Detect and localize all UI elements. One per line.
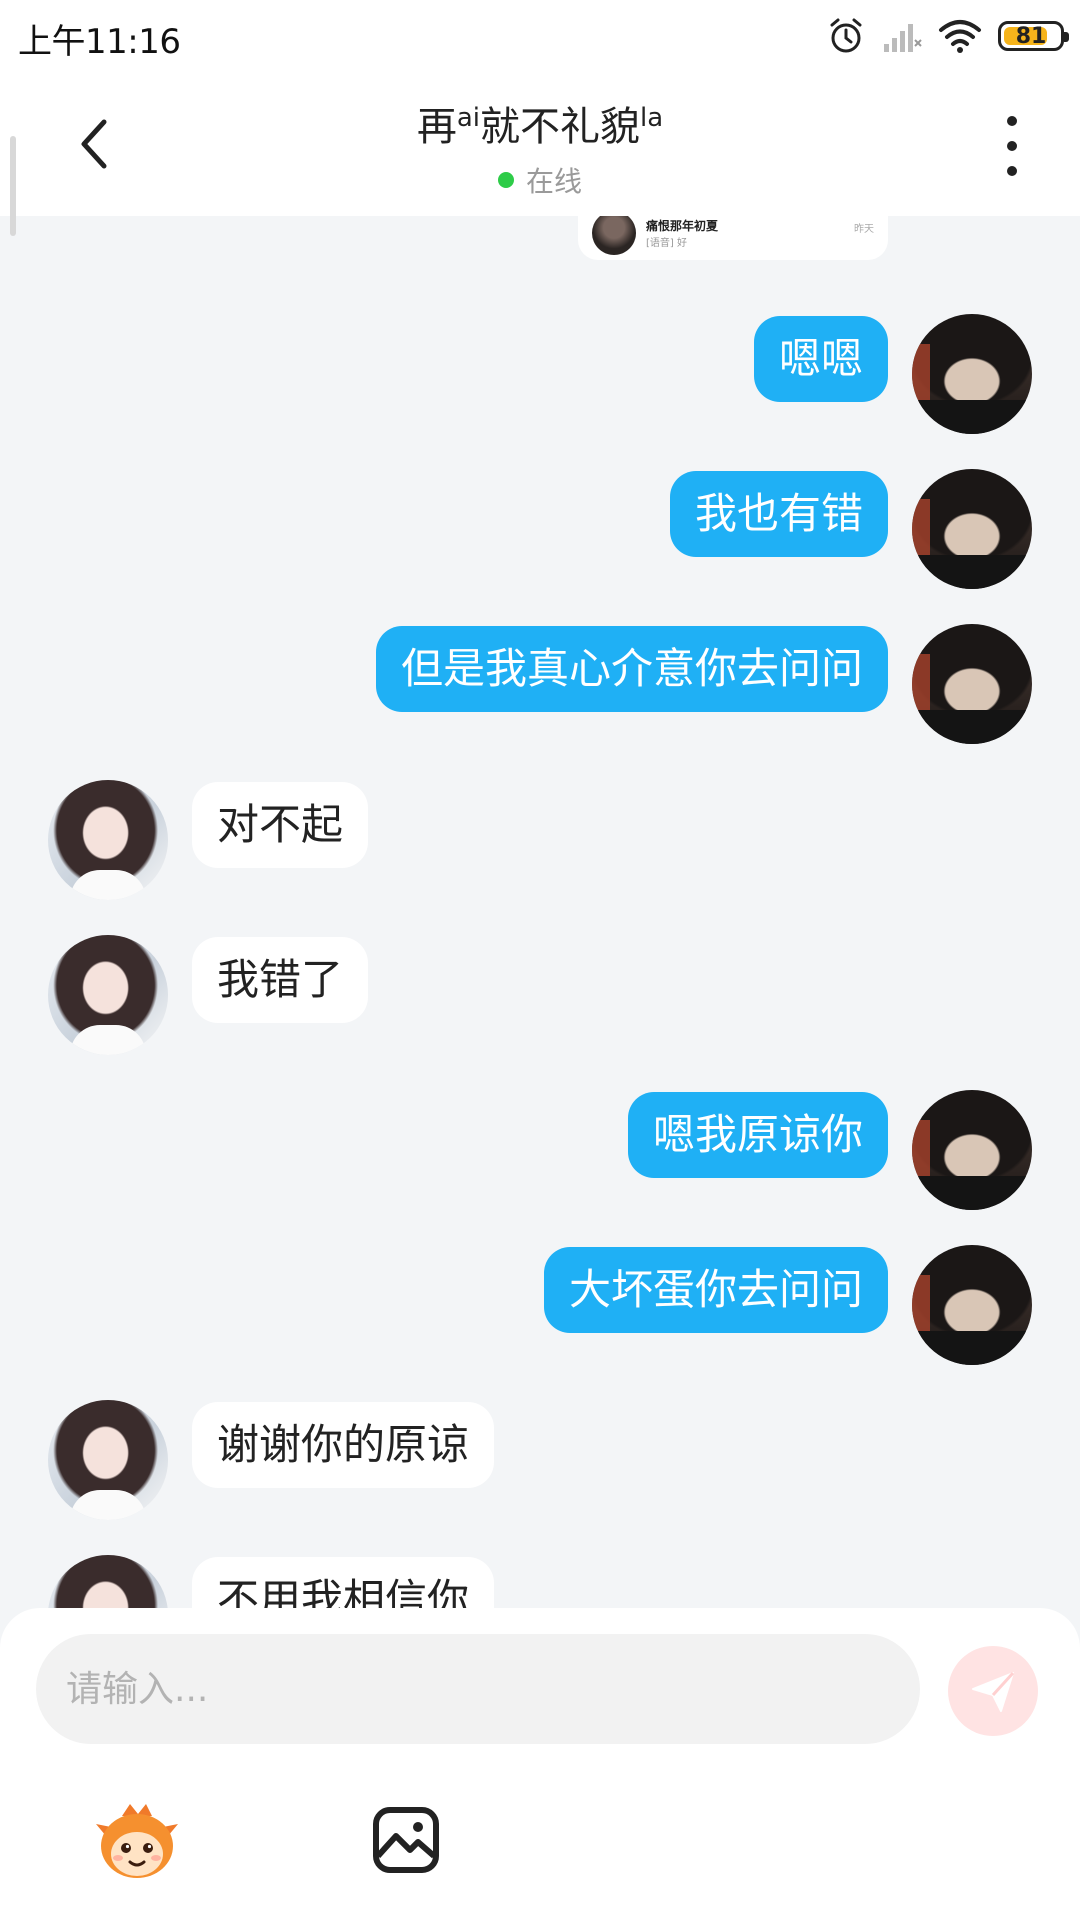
message-bubble[interactable]: 大坏蛋你去问问 xyxy=(543,1247,888,1333)
male-avatar[interactable] xyxy=(912,1090,1032,1210)
chevron-left-icon xyxy=(81,119,107,169)
message-row: 对不起 xyxy=(0,780,1080,904)
message-row: 我错了 xyxy=(0,935,1080,1059)
online-status: 在线 xyxy=(240,160,840,200)
message-bubble[interactable]: 我错了 xyxy=(192,937,369,1023)
female-avatar[interactable] xyxy=(48,935,168,1055)
online-dot-icon xyxy=(497,172,514,188)
back-button[interactable] xyxy=(64,112,124,176)
emoji-icon xyxy=(96,1804,178,1878)
message-row: 嗯我原谅你 xyxy=(0,1090,1080,1214)
message-input[interactable] xyxy=(36,1634,920,1744)
quote-avatar xyxy=(592,216,636,255)
message-bubble[interactable]: 嗯嗯 xyxy=(753,316,888,402)
more-dot-icon xyxy=(1007,166,1017,176)
chat-header: 再ai就不礼貌la 在线 xyxy=(0,72,1080,236)
status-time: 上午11:16 xyxy=(18,22,181,62)
wifi-icon xyxy=(939,20,981,53)
female-avatar[interactable] xyxy=(48,780,168,900)
message-bubble[interactable]: 我也有错 xyxy=(669,471,888,557)
alarm-icon xyxy=(830,18,862,53)
male-avatar[interactable] xyxy=(912,469,1032,589)
quote-preview: [语音] 好 xyxy=(646,238,687,249)
message-row: 嗯嗯 xyxy=(0,314,1080,438)
signal-icon xyxy=(884,24,922,52)
emoji-button[interactable] xyxy=(92,1802,182,1882)
message-row: 大坏蛋你去问问 xyxy=(0,1245,1080,1369)
title-part: 再 xyxy=(416,104,457,150)
more-options-button[interactable] xyxy=(990,116,1034,176)
message-bubble[interactable]: 但是我真心介意你去问问 xyxy=(375,626,888,712)
message-row: 不用我相信你 xyxy=(0,1555,1080,1608)
message-bubble[interactable]: 不用我相信你 xyxy=(192,1557,495,1608)
female-avatar[interactable] xyxy=(48,1555,168,1608)
message-bubble[interactable]: 对不起 xyxy=(192,782,369,868)
status-icons: 81 xyxy=(826,16,1069,56)
message-row: 谢谢你的原谅 xyxy=(0,1400,1080,1524)
title-superscript: ai xyxy=(456,103,480,133)
male-avatar[interactable] xyxy=(912,624,1032,744)
status-bar: 上午11:16 81 xyxy=(0,0,1080,72)
title-part: 就不礼貌 xyxy=(480,104,640,150)
message-row: 我也有错 xyxy=(0,469,1080,593)
more-dot-icon xyxy=(1007,116,1017,126)
quote-name: 痛恨那年初夏 xyxy=(646,219,719,233)
composer xyxy=(0,1608,1080,1920)
message-bubble[interactable]: 嗯我原谅你 xyxy=(627,1092,888,1178)
battery-level: 81 xyxy=(1015,23,1047,49)
title-superscript: la xyxy=(640,103,664,133)
image-button[interactable] xyxy=(372,1806,440,1874)
quoted-message-card[interactable]: 痛恨那年初夏 [语音] 好 昨天 xyxy=(578,216,888,260)
more-dot-icon xyxy=(1007,141,1017,151)
quote-time: 昨天 xyxy=(854,224,874,235)
send-button[interactable] xyxy=(948,1646,1038,1736)
message-bubble[interactable]: 谢谢你的原谅 xyxy=(192,1402,495,1488)
male-avatar[interactable] xyxy=(912,314,1032,434)
battery-indicator: 81 xyxy=(998,21,1069,51)
male-avatar[interactable] xyxy=(912,1245,1032,1365)
message-row: 但是我真心介意你去问问 xyxy=(0,624,1080,748)
female-avatar[interactable] xyxy=(48,1400,168,1520)
online-status-label: 在线 xyxy=(525,165,582,198)
message-list[interactable]: 痛恨那年初夏 [语音] 好 昨天 嗯嗯 我也有错 但是我真心介意你去问问 对不起… xyxy=(0,216,1080,1608)
chat-title-area: 再ai就不礼貌la 在线 xyxy=(240,94,840,200)
chat-title: 再ai就不礼貌la xyxy=(240,94,840,152)
send-icon xyxy=(972,1671,1015,1712)
quote-text: 痛恨那年初夏 [语音] 好 xyxy=(646,217,844,249)
image-icon xyxy=(373,1807,439,1873)
